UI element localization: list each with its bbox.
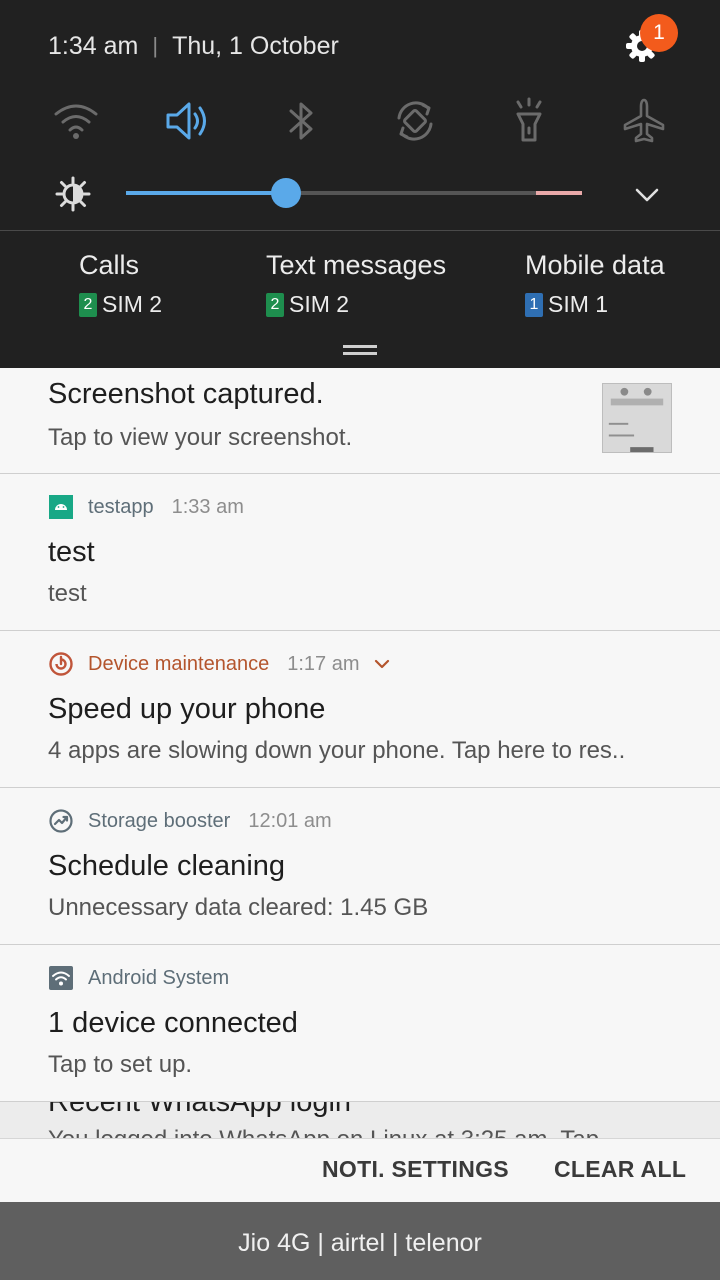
flashlight-icon: [516, 97, 542, 142]
auto-rotate-icon: [397, 101, 433, 141]
brightness-fill: [126, 191, 286, 195]
flashlight-toggle[interactable]: [504, 96, 554, 146]
sim-calls-value: SIM 2: [102, 291, 163, 317]
bluetooth-icon: [289, 102, 313, 140]
bluetooth-toggle[interactable]: [276, 96, 326, 146]
sim-chip-icon: 2: [266, 292, 284, 317]
sim-text-messages-value: SIM 2: [289, 291, 350, 317]
device-maintenance-icon: [49, 652, 73, 676]
clear-all-button[interactable]: CLEAR ALL: [554, 1156, 686, 1183]
chevron-down-icon[interactable]: [373, 655, 391, 673]
notification-text: Unnecessary data cleared: 1.45 GB: [48, 894, 429, 921]
notification-testapp[interactable]: testapp 1:33 am test test: [0, 474, 720, 631]
notification-time: 1:17 am: [287, 652, 360, 675]
notification-screenshot[interactable]: Screenshot captured. Tap to view your sc…: [0, 368, 720, 474]
date: Thu, 1 October: [172, 31, 339, 60]
sim-calls-label: Calls: [79, 250, 140, 280]
notification-android-system[interactable]: Android System 1 device connected Tap to…: [0, 945, 720, 1102]
wifi-icon: [49, 966, 73, 990]
notification-text: test: [48, 580, 87, 607]
app-name: Android System: [88, 966, 230, 989]
notification-settings-button[interactable]: NOTI. SETTINGS: [322, 1156, 509, 1183]
carrier-label: Jio 4G | airtel | telenor: [0, 1206, 720, 1280]
brightness-icon: [54, 175, 92, 213]
sim-mobile-data[interactable]: Mobile data 1 SIM 1: [525, 250, 665, 318]
brightness-warning-zone: [536, 191, 582, 195]
notification-time: 12:01 am: [248, 809, 332, 832]
sim-text-messages-label: Text messages: [266, 250, 447, 280]
notification-header: testapp 1:33 am: [48, 494, 244, 520]
wifi-toggle[interactable]: [51, 96, 101, 146]
status-row: 1:34 am | Thu, 1 October: [48, 28, 339, 64]
android-app-icon: [49, 495, 73, 519]
app-name: testapp: [88, 495, 154, 518]
wifi-icon: [54, 104, 98, 139]
notification-text: Tap to set up.: [48, 1051, 193, 1078]
chevron-down-icon: [635, 188, 659, 202]
brightness-slider[interactable]: [126, 178, 582, 208]
brightness-thumb[interactable]: [270, 178, 301, 208]
notification-text: 4 apps are slowing down your phone. Tap …: [48, 737, 626, 764]
app-name: Device maintenance: [88, 652, 270, 675]
notification-title: 1 device connected: [48, 1007, 298, 1039]
panel-divider: [0, 230, 720, 231]
sound-toggle[interactable]: [163, 96, 213, 146]
notification-whatsapp-login[interactable]: Recent WhatsApp login You logged into Wh…: [0, 1102, 720, 1138]
notification-title: Schedule cleaning: [48, 850, 286, 882]
notification-text: Tap to view your screenshot.: [48, 424, 353, 451]
sim-chip-icon: 1: [525, 292, 543, 317]
notification-title: Speed up your phone: [48, 693, 326, 725]
sim-mobile-data-label: Mobile data: [525, 250, 665, 280]
notification-title: test: [48, 536, 95, 568]
storage-booster-icon: [49, 809, 73, 833]
drag-handle[interactable]: [343, 345, 377, 348]
screenshot-preview-image: [603, 384, 671, 452]
sim-mobile-data-value: SIM 1: [548, 291, 609, 317]
notification-header: Device maintenance 1:17 am: [48, 651, 391, 677]
notification-header: Storage booster 12:01 am: [48, 808, 332, 834]
sim-chip-icon: 2: [79, 292, 97, 317]
clock: 1:34 am: [48, 31, 139, 60]
notification-header: Android System: [48, 965, 229, 991]
airplane-mode-toggle[interactable]: [619, 96, 669, 146]
app-name: Storage booster: [88, 809, 231, 832]
quick-panel: 1:34 am | Thu, 1 October 1 Calls 2 SIM 2…: [0, 0, 720, 368]
drag-handle-line: [343, 352, 377, 355]
notification-title: Screenshot captured.: [48, 378, 324, 410]
status-separator: |: [152, 33, 159, 58]
sim-text-messages[interactable]: Text messages 2 SIM 2: [266, 250, 446, 318]
settings-badge: 1: [640, 14, 678, 52]
airplane-mode-icon: [623, 98, 665, 143]
notification-list[interactable]: Screenshot captured. Tap to view your sc…: [0, 368, 720, 1102]
auto-rotate-toggle[interactable]: [390, 96, 440, 146]
expand-quick-panel-button[interactable]: [632, 180, 662, 210]
notification-device-maintenance[interactable]: Device maintenance 1:17 am Speed up your…: [0, 631, 720, 788]
notification-time: 1:33 am: [171, 495, 244, 518]
notification-storage-booster[interactable]: Storage booster 12:01 am Schedule cleani…: [0, 788, 720, 945]
notification-text: You logged into WhatsApp on Linux at 3:2…: [48, 1126, 599, 1138]
sound-icon: [166, 102, 206, 140]
notification-actions: NOTI. SETTINGS CLEAR ALL: [0, 1138, 720, 1202]
screenshot-thumbnail[interactable]: [602, 383, 672, 453]
sim-calls[interactable]: Calls 2 SIM 2: [79, 250, 162, 318]
notification-title: Recent WhatsApp login: [48, 1102, 352, 1118]
